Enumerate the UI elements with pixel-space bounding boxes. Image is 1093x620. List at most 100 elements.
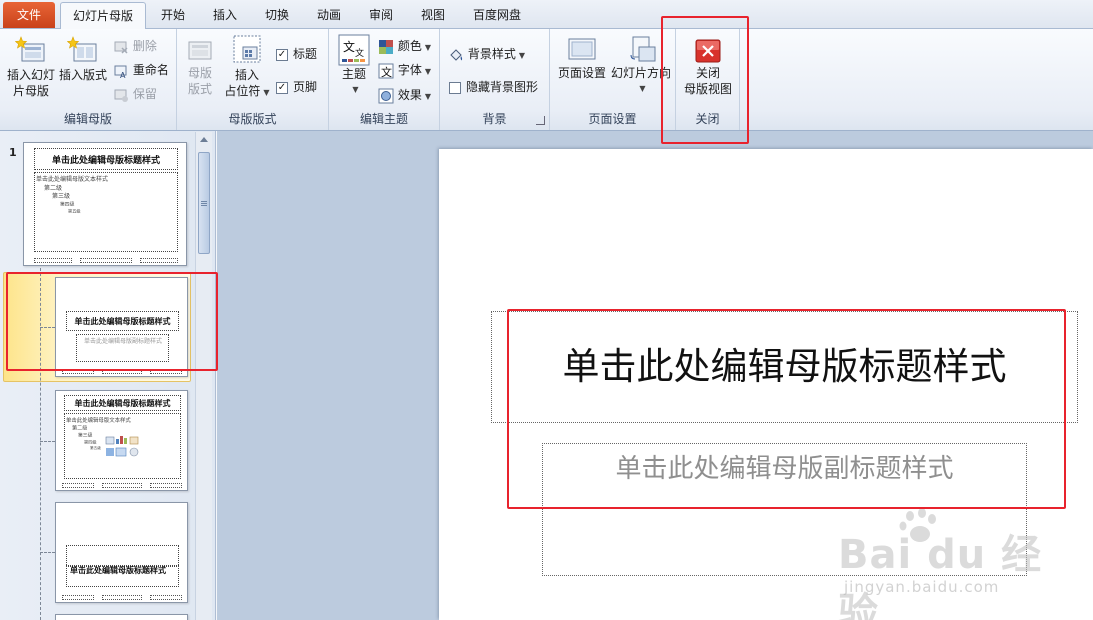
tab-review[interactable]: 审阅 xyxy=(360,2,402,29)
colors-button[interactable]: 颜色 ▼ xyxy=(378,36,431,56)
title-checkbox-label: 标题 xyxy=(293,47,318,61)
rename-button[interactable]: A 重命名 xyxy=(113,60,169,80)
tab-home[interactable]: 开始 xyxy=(152,2,194,29)
thumb-footer-text xyxy=(102,483,142,488)
close-master-view-button[interactable]: 关闭 母版视图 xyxy=(680,37,736,97)
layout-tree-connector xyxy=(40,552,55,553)
thumb-title-text: 单击此处编辑母版标题样式 xyxy=(51,156,160,166)
slide-orientation-button[interactable]: 幻灯片方向 ▼ xyxy=(610,35,672,97)
background-styles-button[interactable]: 背景样式 ▼ xyxy=(448,44,525,64)
close-label-1: 关闭 xyxy=(695,66,720,80)
scrollbar-thumb[interactable] xyxy=(198,152,210,254)
group-master-layout: 母版 版式 插入 占位符 ▼ ✓ 标题 ✓ 页脚 母版版式 xyxy=(177,29,329,130)
effects-label: 效果 xyxy=(397,88,422,102)
thumb-footer-date xyxy=(62,595,94,600)
slide-subtitle-text[interactable]: 单击此处编辑母版副标题样式 xyxy=(542,448,1027,485)
ribbon: 插入幻灯 片母版 插入版式 删除 A 重命名 保留 编辑母版 母版 版式 插入 … xyxy=(0,29,1093,131)
footer-checkbox-box[interactable]: ✓ xyxy=(276,81,288,94)
tab-slide-master[interactable]: 幻灯片母版 xyxy=(60,2,146,30)
insert-slide-master-label-1: 插入幻灯 xyxy=(6,68,55,82)
thumb-level-3: 第三级 xyxy=(52,193,71,200)
thumb-level-3: 第三级 xyxy=(78,432,93,439)
thumbnail-next-layout[interactable] xyxy=(55,614,188,620)
group-page-setup: 页面设置 幻灯片方向 ▼ 页面设置 xyxy=(550,29,676,130)
thumb-subtitle-text: 单击此处编辑母版副标题样式 xyxy=(84,338,163,345)
thumb-footer-text xyxy=(80,258,132,263)
group-label-master-layout: 母版版式 xyxy=(228,112,277,126)
thumb-title-text: 单击此处编辑母版标题样式 xyxy=(74,317,171,326)
slide-orientation-icon xyxy=(630,36,656,62)
delete-slide-icon xyxy=(114,41,128,54)
hide-background-checkbox-box[interactable] xyxy=(449,81,461,94)
tab-transitions[interactable]: 切换 xyxy=(256,2,298,29)
colors-icon xyxy=(379,39,393,54)
effects-button[interactable]: 效果 ▼ xyxy=(378,85,431,105)
hide-background-checkbox[interactable]: 隐藏背景图形 xyxy=(449,77,538,97)
group-label-page-setup: 页面设置 xyxy=(588,112,637,126)
insert-slide-master-button[interactable]: 插入幻灯 片母版 xyxy=(4,35,58,99)
thumb-level-5: 第五级 xyxy=(68,208,81,214)
insert-slide-master-icon xyxy=(15,36,45,62)
svg-text:文: 文 xyxy=(355,47,364,59)
master-layout-button[interactable]: 母版 版式 xyxy=(183,37,217,97)
colors-label: 颜色 xyxy=(397,39,422,53)
tab-file[interactable]: 文件 xyxy=(3,2,55,28)
group-close: 关闭 母版视图 关闭 xyxy=(676,29,740,130)
thumb-level-4: 第四级 xyxy=(60,201,75,208)
thumbnail-section-layout[interactable]: 单击此处编辑母版标题样式 xyxy=(55,502,188,603)
insert-layout-icon xyxy=(67,36,97,62)
slide-number: 1 xyxy=(9,146,17,159)
svg-text:文: 文 xyxy=(343,39,355,54)
scrollbar-grip-icon xyxy=(201,201,207,206)
thumb-footer-number xyxy=(150,595,182,600)
thumb-level-5: 第五级 xyxy=(90,446,101,451)
scroll-up-arrow-icon[interactable] xyxy=(200,137,208,142)
thumb-footer-date xyxy=(34,258,72,263)
theme-button[interactable]: 文文 主题 ▼ xyxy=(336,34,372,98)
title-checkbox-box[interactable]: ✓ xyxy=(276,48,288,61)
thumb-text-placeholder xyxy=(66,545,179,567)
footer-checkbox-label: 页脚 xyxy=(293,80,318,94)
thumb-level-4: 第四级 xyxy=(84,439,97,445)
group-label-edit-theme: 编辑主题 xyxy=(359,112,408,126)
insert-layout-button[interactable]: 插入版式 xyxy=(58,35,108,83)
tab-view[interactable]: 视图 xyxy=(412,2,454,29)
preserve-button[interactable]: 保留 xyxy=(113,84,157,104)
page-setup-button[interactable]: 页面设置 xyxy=(554,35,610,81)
insert-placeholder-button[interactable]: 插入 占位符 ▼ xyxy=(223,33,271,101)
footer-checkbox[interactable]: ✓ 页脚 xyxy=(276,77,317,97)
paint-bucket-icon xyxy=(450,48,463,61)
thumbnail-content-layout[interactable]: 单击此处编辑母版标题样式 单击此处编辑母版文本样式 第二级 第三级 第四级 第五… xyxy=(55,390,188,491)
watermark-logo-text: Bai du 经验 xyxy=(838,532,1043,620)
thumb-footer-number xyxy=(140,258,178,263)
group-edit-theme: 文文 主题 ▼ 颜色 ▼ 文 字体 ▼ 效果 ▼ 编辑主题 xyxy=(329,29,440,130)
insert-placeholder-icon xyxy=(233,35,261,63)
group-background: 背景样式 ▼ 隐藏背景图形 背景 xyxy=(440,29,550,130)
preserve-icon xyxy=(114,89,128,102)
thumb-footer-text xyxy=(102,595,142,600)
thumb-footer-text xyxy=(102,369,142,374)
thumb-footer-number xyxy=(150,483,182,488)
fonts-button[interactable]: 文 字体 ▼ xyxy=(378,60,431,80)
layout-tree-connector xyxy=(40,327,55,328)
hide-background-label: 隐藏背景图形 xyxy=(466,80,539,94)
fonts-label: 字体 xyxy=(397,63,422,77)
thumb-title-text: 单击此处编辑母版标题样式 xyxy=(74,399,171,408)
tab-animations[interactable]: 动画 xyxy=(308,2,350,29)
slide-title-text[interactable]: 单击此处编辑母版标题样式 xyxy=(491,336,1078,390)
tab-baidu-netdisk[interactable]: 百度网盘 xyxy=(464,2,530,29)
baidu-jingyan-watermark: Bai du 经验 jingyan.baidu.com xyxy=(838,508,1048,620)
thumbnail-scrollbar[interactable] xyxy=(195,132,212,620)
insert-slide-master-label-2: 片母版 xyxy=(12,84,49,98)
thumbnail-title-layout[interactable]: 单击此处编辑母版标题样式 单击此处编辑母版副标题样式 xyxy=(55,277,188,377)
thumb-title-text: 单击此处编辑母版标题样式 xyxy=(70,566,166,575)
master-layout-label-2: 版式 xyxy=(187,82,212,96)
tab-insert[interactable]: 插入 xyxy=(204,2,246,29)
insert-layout-label: 插入版式 xyxy=(58,68,107,82)
delete-button[interactable]: 删除 xyxy=(113,36,157,56)
theme-dropdown-arrow: ▼ xyxy=(352,85,359,94)
thumbnail-slide-master[interactable]: 单击此处编辑母版标题样式 单击此处编辑母版文本样式 第二级 第三级 第四级 第五… xyxy=(23,142,187,266)
slide-orientation-label: 幻灯片方向 xyxy=(610,66,671,80)
title-checkbox[interactable]: ✓ 标题 xyxy=(276,44,317,64)
svg-text:A: A xyxy=(120,71,126,79)
